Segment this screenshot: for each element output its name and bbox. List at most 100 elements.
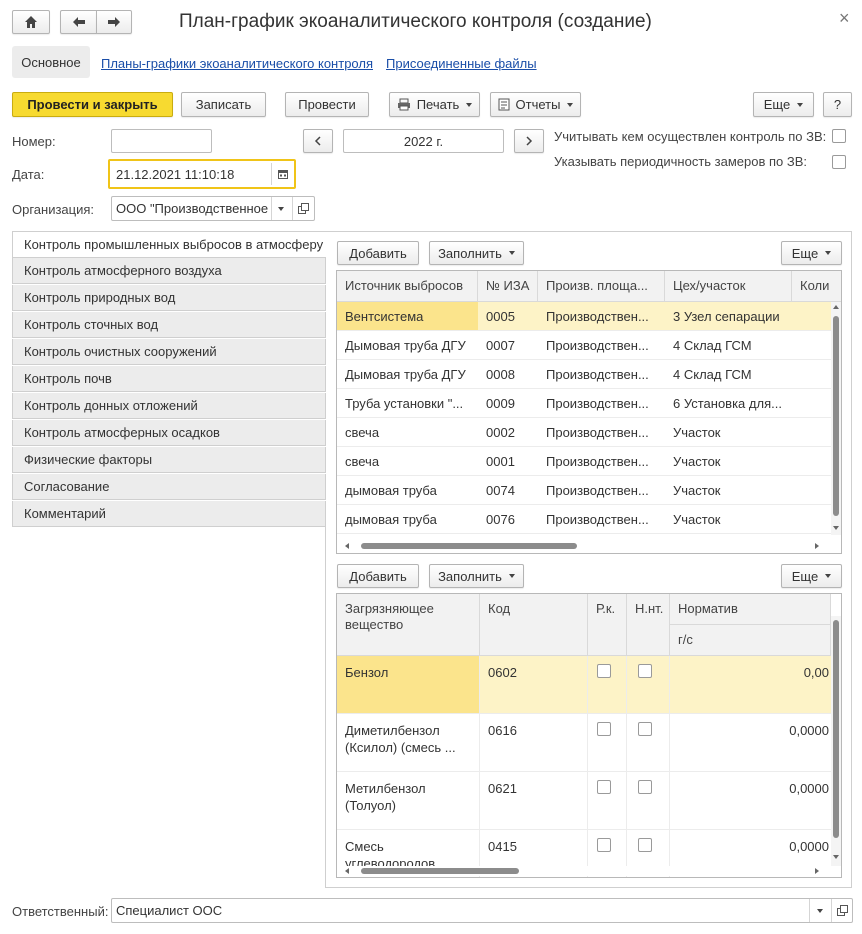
table-row[interactable]: Бензол 0602 0,00 <box>337 656 831 714</box>
chevron-right-icon[interactable] <box>815 543 819 549</box>
table-cell: Дымовая труба ДГУ <box>345 366 466 382</box>
rk-checkbox[interactable] <box>597 722 611 736</box>
side-tab-8[interactable]: Контроль атмосферных осадков <box>12 420 326 446</box>
link-attached-files[interactable]: Присоединенные файлы <box>386 56 537 71</box>
side-tab-6[interactable]: Контроль почв <box>12 366 326 392</box>
substance-cell: Диметилбензол (Ксилол) (смесь ... <box>337 714 480 771</box>
rk-checkbox[interactable] <box>597 838 611 852</box>
chevron-down-icon <box>825 574 832 578</box>
column-header[interactable]: Источник выбросов <box>337 271 478 302</box>
table-row[interactable]: дымовая труба 0074 Производствен... Участок <box>337 476 831 505</box>
chevron-down-icon[interactable] <box>817 909 823 913</box>
rk-checkbox[interactable] <box>597 780 611 794</box>
column-header[interactable]: Произв. площа... <box>538 271 665 302</box>
column-header[interactable]: Норматив <box>670 594 831 625</box>
open-icon[interactable] <box>837 905 848 916</box>
table-cell: 3 Узел сепарации <box>673 308 780 324</box>
date-field[interactable]: 21.12.2021 11:10:18 <box>108 159 296 189</box>
post-button[interactable]: Провести <box>285 92 369 117</box>
calendar-icon[interactable] <box>278 169 288 179</box>
link-eco-plans[interactable]: Планы-графики экоаналитического контроля <box>101 56 373 71</box>
close-icon[interactable]: × <box>839 8 850 29</box>
home-button[interactable] <box>12 10 50 34</box>
column-header[interactable]: Коли <box>792 271 841 302</box>
table2-more-button[interactable]: Еще <box>781 564 842 588</box>
column-header[interactable]: Загрязняющее вещество <box>337 594 480 656</box>
nnt-checkbox[interactable] <box>638 664 652 678</box>
table2-fill-button[interactable]: Заполнить <box>429 564 524 588</box>
vertical-scrollbar[interactable] <box>831 616 841 866</box>
column-header[interactable]: Р.к. <box>588 594 627 656</box>
column-header[interactable]: Код <box>480 594 588 656</box>
nnt-checkbox[interactable] <box>638 722 652 736</box>
column-header[interactable]: Цех/участок <box>665 271 792 302</box>
table-row[interactable]: Диметилбензол (Ксилол) (смесь ... 0616 0,0… <box>337 714 831 772</box>
chevron-down-icon[interactable] <box>278 207 284 211</box>
side-tab-4[interactable]: Контроль сточных вод <box>12 312 326 338</box>
scrollbar-thumb[interactable] <box>833 620 839 838</box>
table-cell: 0002 <box>486 424 515 440</box>
table1-add-button[interactable]: Добавить <box>337 241 419 265</box>
column-header[interactable]: № ИЗА <box>478 271 538 302</box>
table-row[interactable]: Метилбензол (Толуол) 0621 0,0000 <box>337 772 831 830</box>
help-button[interactable]: ? <box>823 92 852 117</box>
chevron-down-icon[interactable] <box>833 855 839 859</box>
arrow-left-icon <box>72 17 85 27</box>
chevron-up-icon[interactable] <box>833 305 839 309</box>
forward-button[interactable] <box>96 10 132 34</box>
more-button[interactable]: Еще <box>753 92 814 117</box>
chevron-down-icon[interactable] <box>833 526 839 530</box>
side-tab-3[interactable]: Контроль природных вод <box>12 285 326 311</box>
horizontal-scrollbar[interactable] <box>337 541 831 551</box>
rk-checkbox[interactable] <box>597 664 611 678</box>
scrollbar-thumb[interactable] <box>361 543 577 549</box>
number-field[interactable] <box>111 129 212 153</box>
nnt-checkbox[interactable] <box>638 838 652 852</box>
column-header[interactable]: Н.нт. <box>627 594 670 656</box>
reports-button[interactable]: Отчеты <box>490 92 581 117</box>
print-button[interactable]: Печать <box>389 92 480 117</box>
prev-year-button[interactable] <box>303 129 333 153</box>
organization-field[interactable]: ООО "Производственное <box>111 196 315 221</box>
column-subheader[interactable]: г/с <box>670 625 831 656</box>
tab-main-label: Основное <box>21 54 81 70</box>
side-tab-10[interactable]: Согласование <box>12 474 326 500</box>
scrollbar-thumb[interactable] <box>833 316 839 516</box>
table-row[interactable]: Труба установки "... 0009 Производствен...… <box>337 389 831 418</box>
chevron-right-icon[interactable] <box>815 868 819 874</box>
check1-checkbox[interactable] <box>832 129 846 143</box>
nnt-checkbox[interactable] <box>638 780 652 794</box>
table1-fill-button[interactable]: Заполнить <box>429 241 524 265</box>
table-row[interactable]: свеча 0001 Производствен... Участок <box>337 447 831 476</box>
table2-more-label: Еще <box>791 568 819 584</box>
year-field[interactable]: 2022 г. <box>343 129 504 153</box>
side-tab-7[interactable]: Контроль донных отложений <box>12 393 326 419</box>
responsible-field[interactable]: Специалист ООС <box>111 898 853 923</box>
side-tab-5[interactable]: Контроль очистных сооружений <box>12 339 326 365</box>
table-row[interactable]: Вентсистема 0005 Производствен... 3 Узел се… <box>337 302 831 331</box>
horizontal-scrollbar[interactable] <box>337 866 831 876</box>
post-and-close-button[interactable]: Провести и закрыть <box>12 92 173 117</box>
side-tab-2[interactable]: Контроль атмосферного воздуха <box>12 258 326 284</box>
table1-more-button[interactable]: Еще <box>781 241 842 265</box>
chevron-down-icon <box>825 251 832 255</box>
table2-add-button[interactable]: Добавить <box>337 564 419 588</box>
side-tab-11[interactable]: Комментарий <box>12 501 326 527</box>
chevron-left-icon[interactable] <box>345 543 349 549</box>
tab-main[interactable]: Основное <box>12 46 90 78</box>
save-button[interactable]: Записать <box>181 92 266 117</box>
table-row[interactable]: Дымовая труба ДГУ 0008 Производствен... 4 С… <box>337 360 831 389</box>
vertical-scrollbar[interactable] <box>831 302 841 535</box>
next-year-button[interactable] <box>514 129 544 153</box>
side-tab-9[interactable]: Физические факторы <box>12 447 326 473</box>
table-row[interactable]: Дымовая труба ДГУ 0007 Производствен... 4 С… <box>337 331 831 360</box>
check2-checkbox[interactable] <box>832 155 846 169</box>
open-icon[interactable] <box>298 203 309 214</box>
table-row[interactable]: свеча 0002 Производствен... Участок <box>337 418 831 447</box>
back-button[interactable] <box>60 10 96 34</box>
chevron-left-icon[interactable] <box>345 868 349 874</box>
scrollbar-thumb[interactable] <box>361 868 519 874</box>
table-row[interactable]: дымовая труба 0076 Производствен... Участок <box>337 505 831 534</box>
side-tab-1[interactable]: Контроль промышленных выбросов в атмосфе… <box>12 231 326 258</box>
organization-label: Организация: <box>12 202 95 217</box>
